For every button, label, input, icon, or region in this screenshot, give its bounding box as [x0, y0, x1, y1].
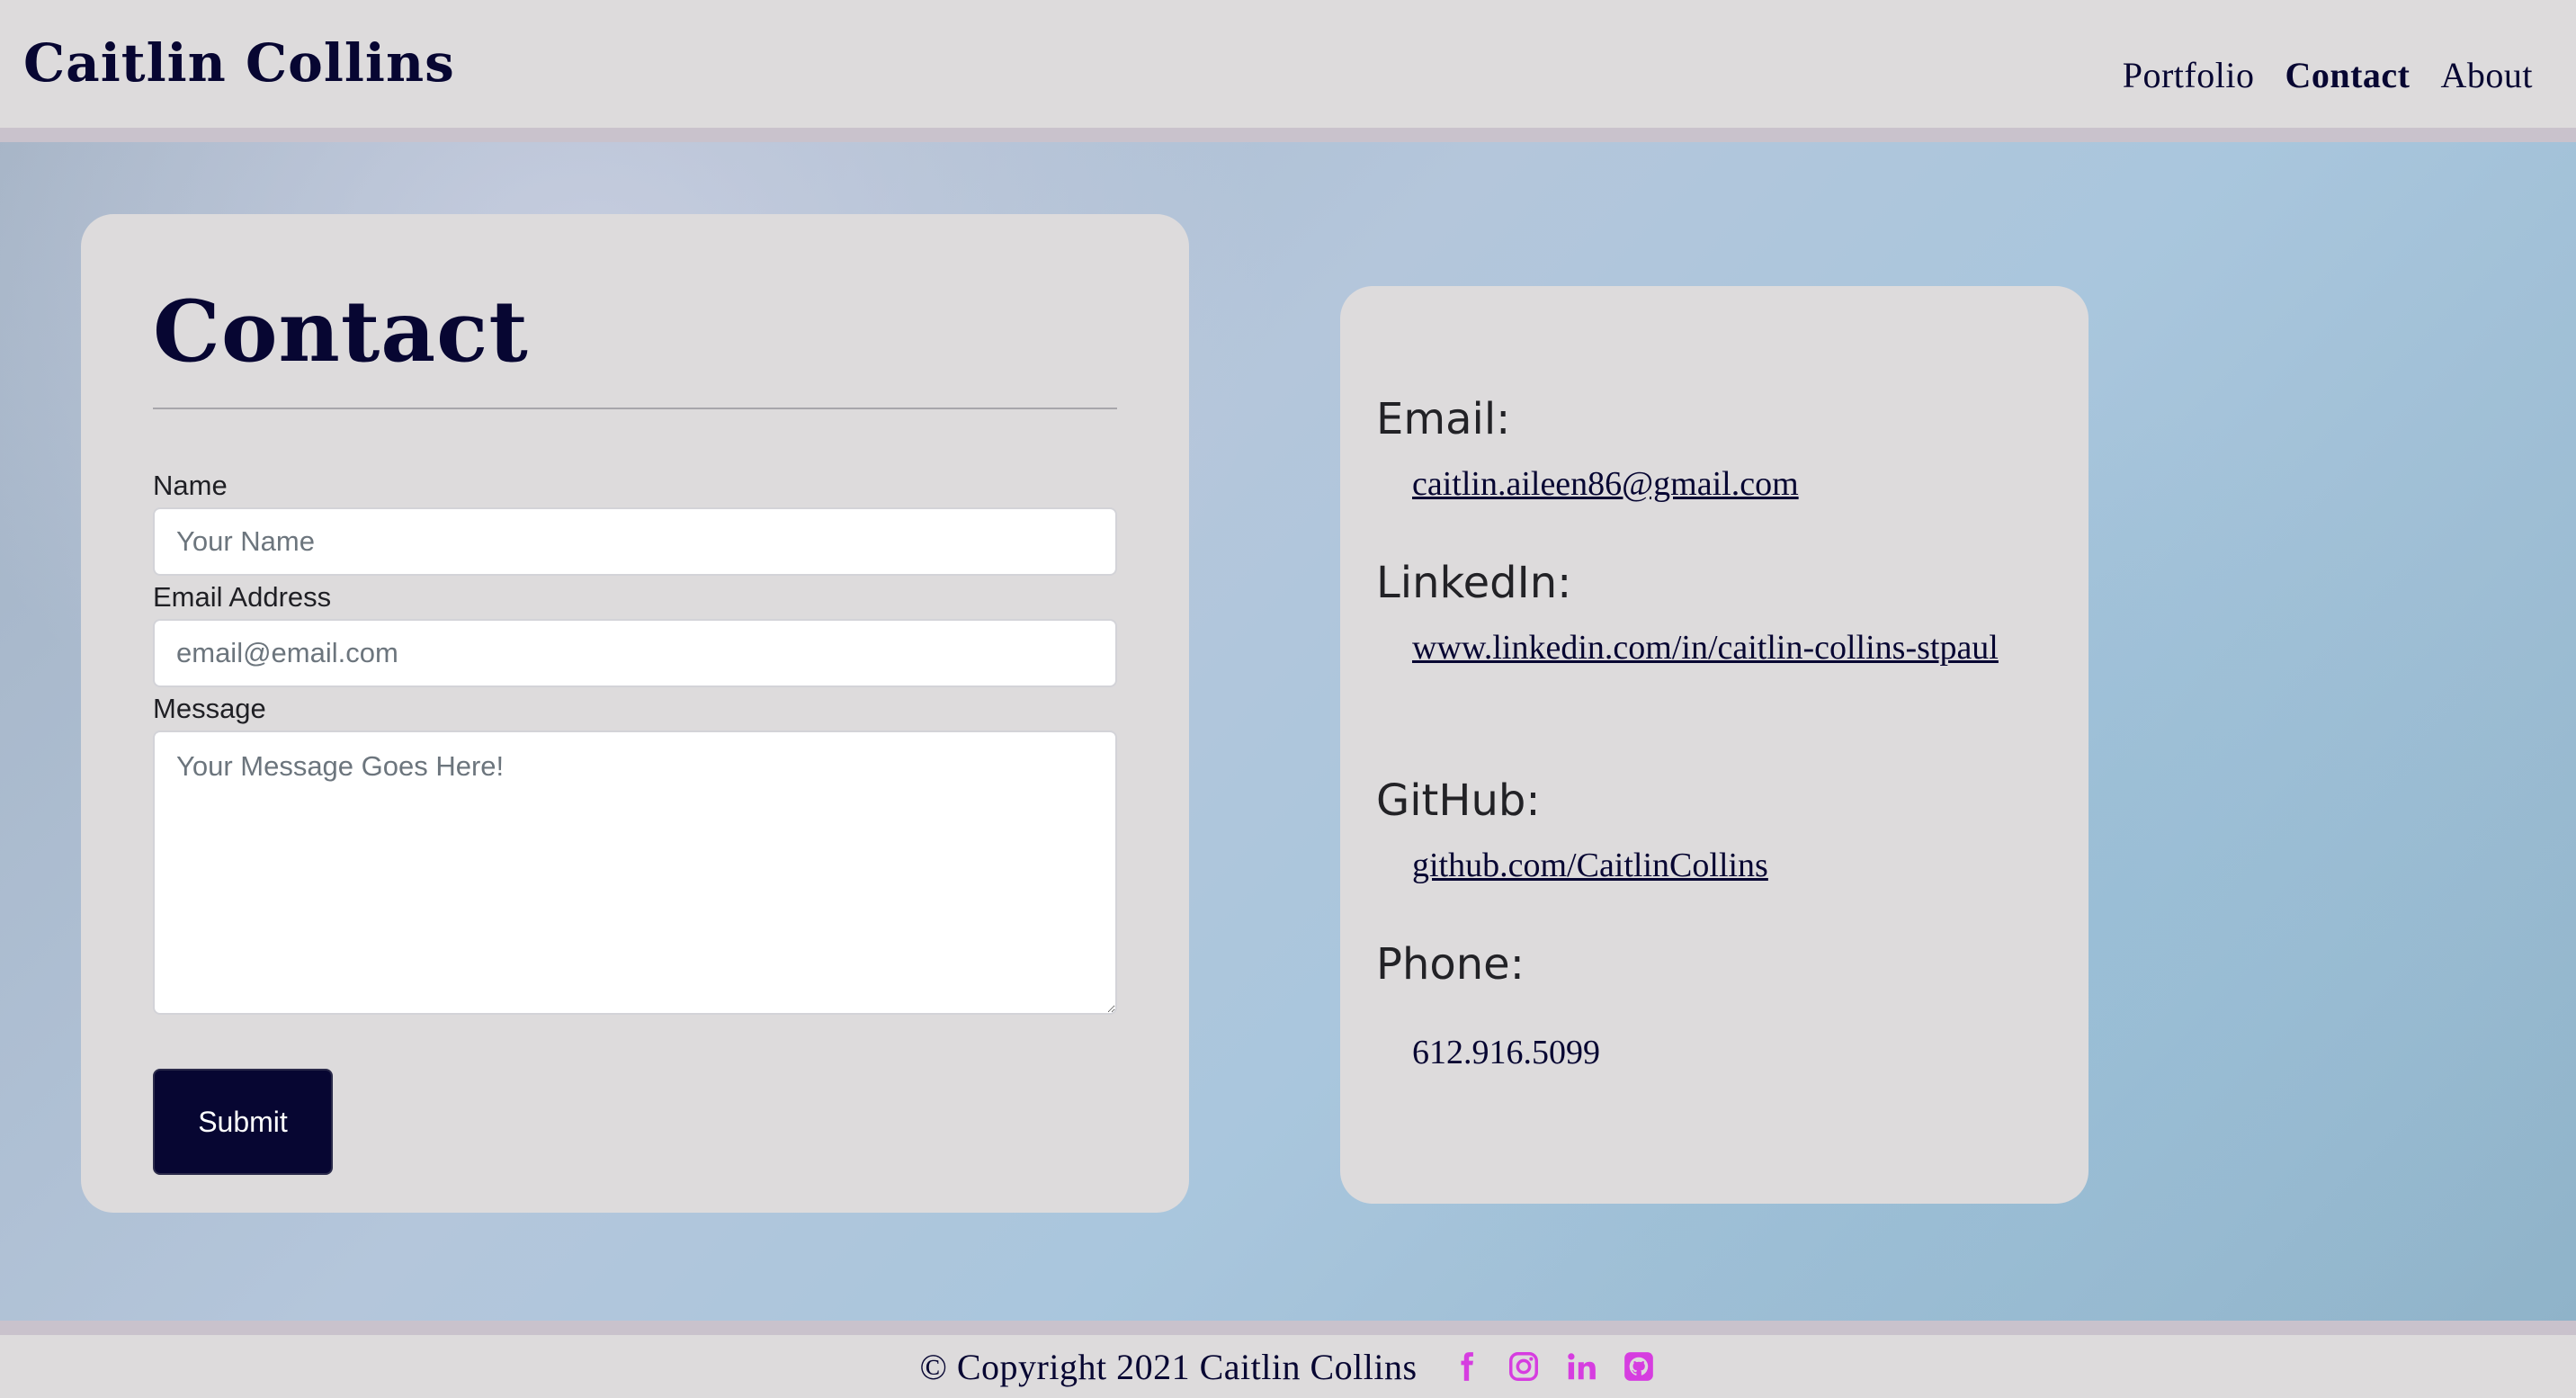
nav-portfolio[interactable]: Portfolio — [2123, 54, 2255, 96]
phone-heading: Phone: — [1376, 939, 1525, 990]
main-nav: Portfolio Contact About — [2123, 54, 2533, 96]
social-links — [1448, 1349, 1657, 1385]
linkedin-icon[interactable] — [1563, 1349, 1599, 1385]
email-input[interactable] — [153, 619, 1117, 687]
github-link[interactable]: github.com/CaitlinCollins — [1376, 838, 2060, 892]
facebook-icon[interactable] — [1448, 1349, 1484, 1385]
footer-divider — [0, 1321, 2576, 1335]
nav-contact[interactable]: Contact — [2285, 54, 2410, 96]
message-label: Message — [153, 693, 266, 724]
copyright-text: © Copyright 2021 Caitlin Collins — [919, 1346, 1418, 1387]
header-divider — [0, 128, 2576, 142]
email-heading: Email: — [1376, 394, 1511, 444]
name-label: Name — [153, 470, 228, 501]
site-header: Caitlin Collins Portfolio Contact About — [0, 0, 2576, 128]
main-area: Contact Name Email Address Message Submi… — [0, 142, 2576, 1321]
site-brand[interactable]: Caitlin Collins — [23, 32, 455, 94]
phone-value: 612.916.5099 — [1412, 1034, 1600, 1071]
email-label: Email Address — [153, 581, 332, 613]
contact-form-card: Contact Name Email Address Message Submi… — [81, 214, 1189, 1213]
github-heading: GitHub: — [1376, 775, 1541, 826]
name-input[interactable] — [153, 507, 1117, 576]
nav-about[interactable]: About — [2441, 54, 2534, 96]
instagram-icon[interactable] — [1506, 1349, 1542, 1385]
contact-info-card: Email: caitlin.aileen86@gmail.com Linked… — [1340, 286, 2089, 1204]
message-textarea[interactable] — [153, 730, 1117, 1015]
email-link[interactable]: caitlin.aileen86@gmail.com — [1376, 457, 2060, 511]
github-icon[interactable] — [1621, 1349, 1657, 1385]
linkedin-heading: LinkedIn: — [1376, 558, 1572, 608]
page-title: Contact — [153, 282, 529, 381]
submit-button[interactable]: Submit — [153, 1069, 333, 1175]
title-divider — [153, 408, 1117, 409]
site-footer: © Copyright 2021 Caitlin Collins — [0, 1335, 2576, 1398]
linkedin-link[interactable]: www.linkedin.com/in/caitlin-collins-stpa… — [1376, 621, 2060, 675]
